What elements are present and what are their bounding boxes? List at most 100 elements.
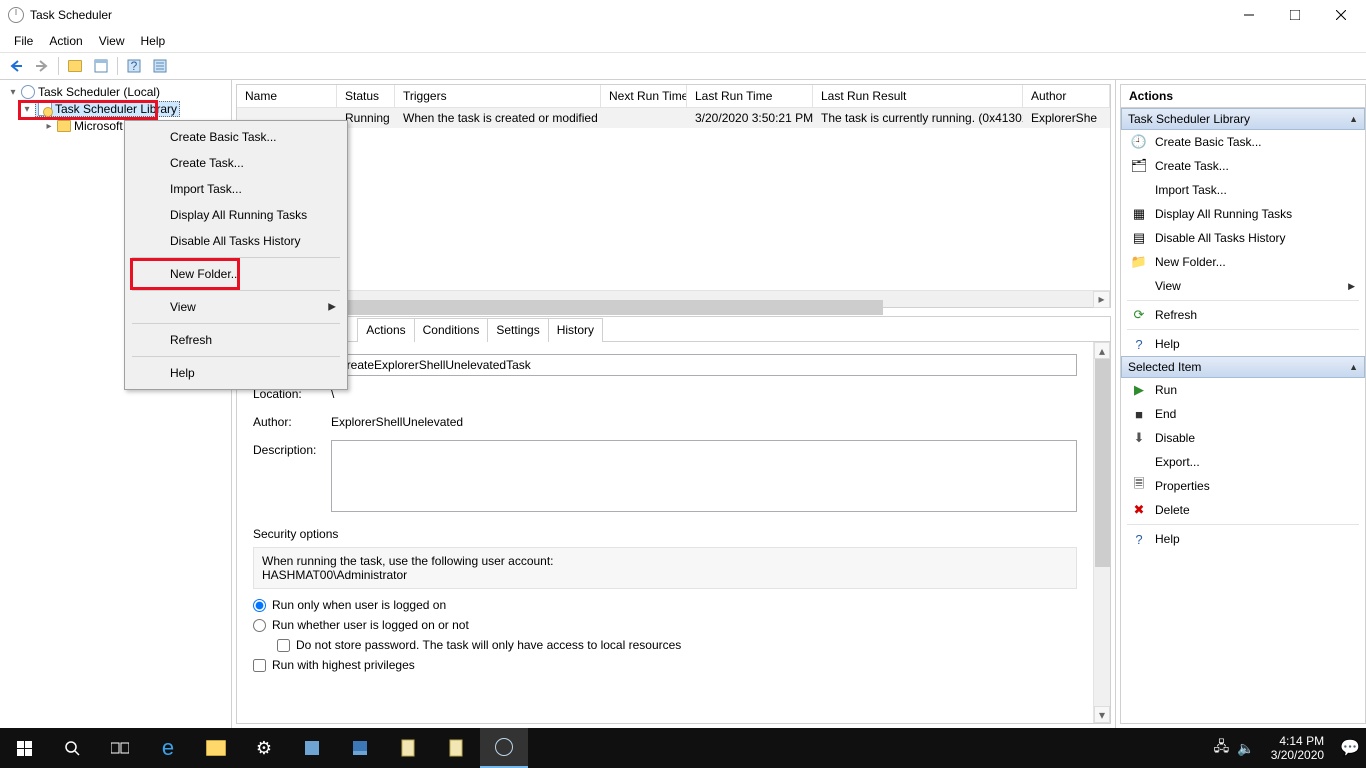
- back-button[interactable]: [4, 55, 28, 77]
- table-row[interactable]: Running When the task is created or modi…: [237, 108, 1110, 128]
- ap-help-2[interactable]: ?Help: [1121, 527, 1365, 551]
- col-name[interactable]: Name: [237, 85, 337, 107]
- help-icon: ?: [1131, 531, 1147, 547]
- tab-history[interactable]: History: [548, 318, 603, 342]
- menu-file[interactable]: File: [6, 32, 41, 50]
- search-button[interactable]: [48, 728, 96, 768]
- radio-logged-on-input[interactable]: [253, 599, 266, 612]
- menu-view[interactable]: View: [91, 32, 133, 50]
- cm-import-task[interactable]: Import Task...: [160, 176, 344, 202]
- check-no-password[interactable]: Do not store password. The task will onl…: [277, 635, 1077, 655]
- expand-icon[interactable]: ▸: [44, 121, 54, 132]
- tab-actions[interactable]: Actions: [357, 318, 414, 342]
- taskbar-ie[interactable]: e: [144, 728, 192, 768]
- ap-import-task[interactable]: Import Task...: [1121, 178, 1365, 202]
- chevron-right-icon: ▶: [1348, 281, 1355, 292]
- toolbar-panel-button[interactable]: [89, 55, 113, 77]
- minimize-button[interactable]: [1226, 0, 1272, 30]
- vertical-scrollbar[interactable]: ▴ ▾: [1093, 342, 1110, 723]
- forward-button[interactable]: [30, 55, 54, 77]
- ap-disable-history[interactable]: ▤Disable All Tasks History: [1121, 226, 1365, 250]
- cell-author: ExplorerShe: [1023, 108, 1110, 128]
- col-author[interactable]: Author: [1023, 85, 1110, 107]
- workspace: ▾ Task Scheduler (Local) ▾ Task Schedule…: [0, 80, 1366, 728]
- start-button[interactable]: [0, 728, 48, 768]
- col-last-result[interactable]: Last Run Result: [813, 85, 1023, 107]
- tab-settings[interactable]: Settings: [487, 318, 548, 342]
- taskbar-app-1[interactable]: [288, 728, 336, 768]
- cm-create-basic-task[interactable]: Create Basic Task...: [160, 124, 344, 150]
- scrollbar-thumb[interactable]: [1095, 359, 1110, 567]
- check-highest-priv[interactable]: Run with highest privileges: [253, 655, 1077, 675]
- taskbar-task-scheduler[interactable]: [480, 728, 528, 768]
- cm-view[interactable]: View ▶: [160, 294, 344, 320]
- radio-whether-logged[interactable]: Run whether user is logged on or not: [253, 615, 1077, 635]
- taskbar-clock[interactable]: 4:14 PM 3/20/2020: [1263, 734, 1332, 762]
- ap-display-running[interactable]: ▦Display All Running Tasks: [1121, 202, 1365, 226]
- actions-section-library[interactable]: Task Scheduler Library ▲: [1121, 108, 1365, 130]
- taskbar-app-2[interactable]: [336, 728, 384, 768]
- ap-properties[interactable]: 🗏Properties: [1121, 474, 1365, 498]
- center-pane: Name Status Triggers Next Run Time Last …: [232, 80, 1116, 728]
- tree-library[interactable]: ▾ Task Scheduler Library: [0, 100, 231, 118]
- ap-new-folder[interactable]: 📁New Folder...: [1121, 250, 1365, 274]
- actions-section-selected[interactable]: Selected Item ▲: [1121, 356, 1365, 378]
- radio-logged-on[interactable]: Run only when user is logged on: [253, 595, 1077, 615]
- maximize-button[interactable]: [1272, 0, 1318, 30]
- horizontal-scrollbar[interactable]: ◂ ▸: [237, 290, 1110, 307]
- menubar: File Action View Help: [0, 30, 1366, 52]
- tray-network-icon[interactable]: 🖧: [1214, 736, 1230, 760]
- ap-disable[interactable]: ⬇Disable: [1121, 426, 1365, 450]
- ap-export[interactable]: Export...: [1121, 450, 1365, 474]
- toolbar-properties-button[interactable]: [148, 55, 172, 77]
- menu-help[interactable]: Help: [133, 32, 174, 50]
- ap-end[interactable]: ■End: [1121, 402, 1365, 426]
- collapse-icon[interactable]: ▾: [22, 104, 32, 115]
- col-next-run[interactable]: Next Run Time: [601, 85, 687, 107]
- scroll-up-icon[interactable]: ▴: [1094, 342, 1110, 359]
- tree-root[interactable]: ▾ Task Scheduler (Local): [0, 84, 231, 100]
- close-button[interactable]: [1318, 0, 1364, 30]
- taskbar-app-4[interactable]: [432, 728, 480, 768]
- check-highest-priv-input[interactable]: [253, 659, 266, 672]
- task-description-input[interactable]: [331, 440, 1077, 512]
- tray-notifications-icon[interactable]: 💬: [1340, 738, 1360, 758]
- taskbar-app-3[interactable]: [384, 728, 432, 768]
- scroll-right-icon[interactable]: ▸: [1093, 291, 1110, 308]
- col-status[interactable]: Status: [337, 85, 395, 107]
- col-triggers[interactable]: Triggers: [395, 85, 601, 107]
- security-text: When running the task, use the following…: [262, 554, 1068, 568]
- ap-help[interactable]: ?Help: [1121, 332, 1365, 356]
- cm-create-task[interactable]: Create Task...: [160, 150, 344, 176]
- tab-conditions[interactable]: Conditions: [414, 318, 489, 342]
- check-no-password-input[interactable]: [277, 639, 290, 652]
- cm-help[interactable]: Help: [160, 360, 344, 386]
- cm-disable-history[interactable]: Disable All Tasks History: [160, 228, 344, 254]
- cm-refresh[interactable]: Refresh: [160, 327, 344, 353]
- cm-new-folder[interactable]: New Folder...: [160, 261, 344, 287]
- scroll-down-icon[interactable]: ▾: [1094, 706, 1110, 723]
- cm-display-running[interactable]: Display All Running Tasks: [160, 202, 344, 228]
- taskbar-explorer[interactable]: [192, 728, 240, 768]
- radio-whether-logged-input[interactable]: [253, 619, 266, 632]
- ap-refresh[interactable]: ⟳Refresh: [1121, 303, 1365, 327]
- ap-delete[interactable]: ✖Delete: [1121, 498, 1365, 522]
- disable-icon: ⬇: [1131, 430, 1147, 446]
- collapse-icon: ▲: [1349, 362, 1358, 372]
- tray-volume-icon[interactable]: 🔈: [1237, 740, 1254, 757]
- windows-icon: [17, 741, 32, 756]
- ap-run[interactable]: ▶Run: [1121, 378, 1365, 402]
- toolbar-help-button[interactable]: ?: [122, 55, 146, 77]
- task-name-input[interactable]: [331, 354, 1077, 376]
- security-account: HASHMAT00\Administrator: [262, 568, 1068, 582]
- scrollbar-thumb[interactable]: [254, 300, 883, 315]
- ap-create-basic-task[interactable]: 🕘Create Basic Task...: [1121, 130, 1365, 154]
- ap-view[interactable]: View▶: [1121, 274, 1365, 298]
- task-view-button[interactable]: [96, 728, 144, 768]
- ap-create-task[interactable]: 🗂Create Task...: [1121, 154, 1365, 178]
- collapse-icon[interactable]: ▾: [8, 87, 18, 98]
- col-last-run[interactable]: Last Run Time: [687, 85, 813, 107]
- menu-action[interactable]: Action: [41, 32, 90, 50]
- toolbar-folder-button[interactable]: [63, 55, 87, 77]
- taskbar-settings[interactable]: ⚙: [240, 728, 288, 768]
